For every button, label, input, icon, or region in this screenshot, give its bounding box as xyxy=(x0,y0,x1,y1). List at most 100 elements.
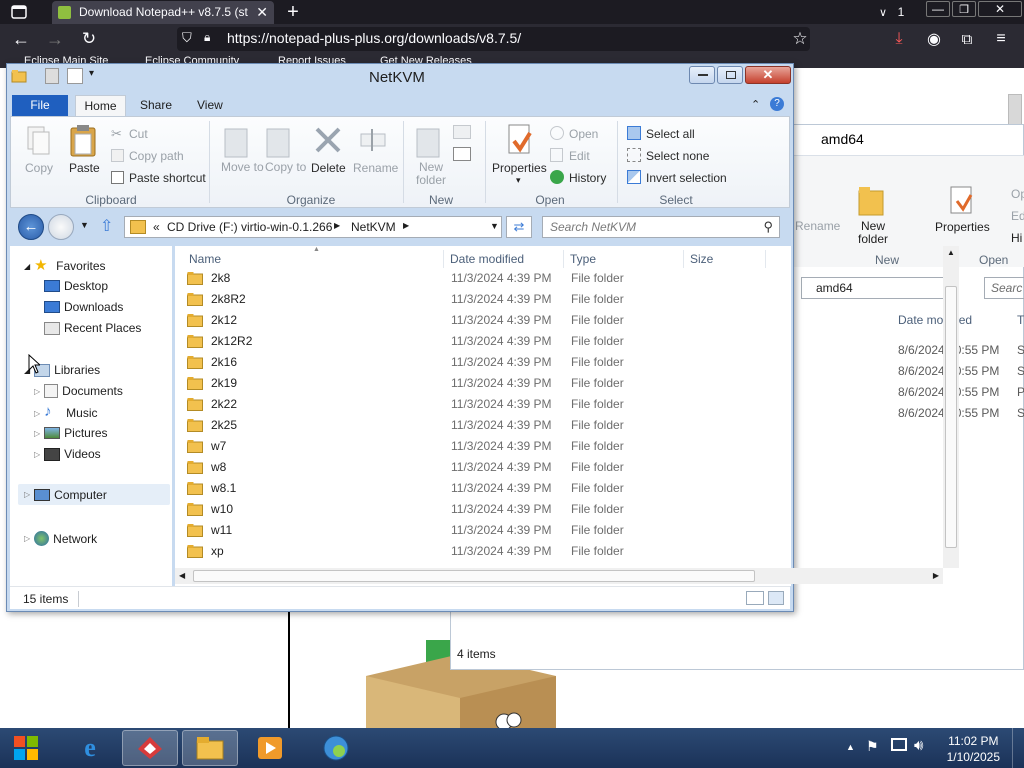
bg-col-type[interactable]: T xyxy=(1017,313,1024,327)
bg-new-folder-icon[interactable] xyxy=(857,185,887,217)
column-divider[interactable] xyxy=(443,250,444,268)
rename-button[interactable]: Rename xyxy=(353,161,398,175)
new-item-icon[interactable] xyxy=(453,125,471,139)
file-explorer-taskbar-icon[interactable] xyxy=(182,730,238,766)
copy-button[interactable]: Copy xyxy=(25,161,53,175)
move-to-icon[interactable] xyxy=(223,125,251,159)
table-row[interactable]: w7 11/3/2024 4:39 PM File folder xyxy=(183,436,773,457)
properties-icon[interactable] xyxy=(505,123,535,159)
move-to-button[interactable]: Move to xyxy=(221,161,264,174)
breadcrumb-separator-icon[interactable]: ▶ xyxy=(403,221,409,230)
vertical-scrollbar[interactable]: ▲ xyxy=(943,246,959,568)
url-bar[interactable]: ⛉ 🔒︎ https://notepad-plus-plus.org/downl… xyxy=(177,27,810,51)
column-divider[interactable] xyxy=(765,250,766,268)
invert-selection-icon[interactable] xyxy=(627,170,641,184)
select-all-icon[interactable] xyxy=(627,126,641,140)
download-icon[interactable]: ⤓ xyxy=(889,28,909,50)
minimize-browser-button[interactable]: — xyxy=(926,1,950,17)
scroll-right-icon[interactable]: ▶ xyxy=(933,571,939,580)
collapsed-chevron-icon[interactable]: ▷ xyxy=(34,429,40,438)
rename-icon[interactable] xyxy=(359,127,387,153)
refresh-button[interactable]: ⇄ xyxy=(506,216,532,238)
column-header-date[interactable]: Date modified xyxy=(450,252,524,266)
tab-file[interactable]: File xyxy=(12,95,68,116)
table-row[interactable]: 2k8 11/3/2024 4:39 PM File folder xyxy=(183,268,773,289)
table-row[interactable]: 2k22 11/3/2024 4:39 PM File folder xyxy=(183,394,773,415)
collapsed-chevron-icon[interactable]: ▷ xyxy=(34,450,40,459)
vertical-scroll-thumb[interactable] xyxy=(945,286,957,548)
new-folder-qat-icon[interactable] xyxy=(67,68,83,84)
reload-icon[interactable]: ↻ xyxy=(78,28,100,50)
list-all-tabs-icon[interactable]: ∨ xyxy=(876,4,890,20)
copy-to-icon[interactable] xyxy=(265,125,293,159)
open-icon[interactable] xyxy=(550,126,564,140)
horizontal-scrollbar[interactable]: ◀ ▶ xyxy=(175,568,943,584)
column-header-name[interactable]: Name xyxy=(189,252,221,266)
table-row[interactable]: 2k12R2 11/3/2024 4:39 PM File folder xyxy=(183,331,773,352)
expanded-chevron-icon[interactable]: ◢ xyxy=(24,262,30,271)
scroll-left-icon[interactable]: ◀ xyxy=(179,571,185,580)
collapsed-chevron-icon[interactable]: ▷ xyxy=(34,387,40,396)
nav-computer[interactable]: ▷ Computer xyxy=(18,484,170,505)
invert-selection-button[interactable]: Invert selection xyxy=(646,171,727,185)
properties-dropdown-icon[interactable]: ▾ xyxy=(516,175,521,186)
select-none-button[interactable]: Select none xyxy=(646,149,709,163)
copy-to-button[interactable]: Copy to xyxy=(265,161,306,174)
search-input[interactable]: Search NetKVM ⚲ xyxy=(542,216,780,238)
collapse-ribbon-icon[interactable]: ⌃ xyxy=(751,98,760,111)
back-button[interactable]: ← xyxy=(18,214,44,240)
nav-favorites[interactable]: ◢ ★ Favorites xyxy=(24,258,106,274)
taskbar-app-icon[interactable] xyxy=(122,730,178,766)
nav-recent-places[interactable]: Recent Places xyxy=(44,321,141,335)
collapsed-chevron-icon[interactable]: ▷ xyxy=(34,409,40,418)
bg-col-date[interactable]: Date modified xyxy=(898,313,972,327)
delete-icon[interactable] xyxy=(313,125,343,155)
nav-pictures[interactable]: ▷ Pictures xyxy=(34,426,108,440)
bg-history-label[interactable]: Hi xyxy=(1011,231,1022,245)
breadcrumb-drive[interactable]: CD Drive (F:) virtio-win-0.1.266 xyxy=(167,220,332,234)
new-tab-icon[interactable]: + xyxy=(283,1,303,23)
media-player-icon[interactable] xyxy=(242,730,298,766)
address-dropdown-icon[interactable]: ▼ xyxy=(490,221,499,231)
show-hidden-icons-icon[interactable]: ▲ xyxy=(846,742,855,752)
paste-icon[interactable] xyxy=(69,123,99,159)
new-folder-button[interactable]: New folder xyxy=(413,161,449,187)
menu-icon[interactable]: ≡ xyxy=(990,28,1012,50)
forward-arrow-icon[interactable]: → xyxy=(44,28,66,50)
up-arrow-icon[interactable]: ⇧ xyxy=(100,216,113,236)
details-view-icon[interactable] xyxy=(746,591,764,605)
edit-icon[interactable] xyxy=(550,148,563,162)
maximize-browser-button[interactable]: ❐ xyxy=(952,1,976,17)
paste-shortcut-button[interactable]: Paste shortcut xyxy=(129,171,206,185)
properties-qat-icon[interactable] xyxy=(45,68,59,84)
paste-button[interactable]: Paste xyxy=(69,161,100,175)
paste-shortcut-icon[interactable] xyxy=(111,171,124,184)
bg-search-input[interactable]: Searc xyxy=(984,277,1024,299)
table-row[interactable]: 2k19 11/3/2024 4:39 PM File folder xyxy=(183,373,773,394)
system-clock[interactable]: 11:02 PM 1/10/2025 xyxy=(947,733,1000,765)
close-button[interactable]: ✕ xyxy=(745,66,791,84)
table-row[interactable]: 2k12 11/3/2024 4:39 PM File folder xyxy=(183,310,773,331)
tab-close-icon[interactable]: ✕ xyxy=(256,4,268,21)
table-row[interactable]: xp 11/3/2024 4:39 PM File folder xyxy=(183,541,773,562)
minimize-button[interactable] xyxy=(689,66,715,84)
bg-new-folder-label[interactable]: New folder xyxy=(858,220,888,246)
show-desktop-button[interactable] xyxy=(1012,728,1024,768)
table-row[interactable]: w10 11/3/2024 4:39 PM File folder xyxy=(183,499,773,520)
copy-path-button[interactable]: Copy path xyxy=(129,149,184,163)
volume-icon[interactable]: 🔊︎ xyxy=(914,737,923,754)
network-globe-icon[interactable] xyxy=(308,730,364,766)
back-arrow-icon[interactable]: ← xyxy=(10,28,32,50)
nav-downloads[interactable]: Downloads xyxy=(44,300,123,314)
recent-locations-dropdown-icon[interactable]: ▼ xyxy=(80,220,89,230)
bg-properties-label[interactable]: Properties xyxy=(935,220,990,234)
history-button[interactable]: History xyxy=(569,171,606,185)
folder-titlebar-icon[interactable] xyxy=(11,68,27,84)
table-row[interactable]: w8.1 11/3/2024 4:39 PM File folder xyxy=(183,478,773,499)
nav-documents[interactable]: ▷ Documents xyxy=(34,384,123,398)
action-center-flag-icon[interactable]: ⚑ xyxy=(866,738,879,755)
nav-desktop[interactable]: Desktop xyxy=(44,279,108,293)
easy-access-icon[interactable] xyxy=(453,147,471,161)
close-browser-button[interactable]: ✕ xyxy=(978,1,1022,17)
large-icons-view-icon[interactable] xyxy=(768,591,784,605)
